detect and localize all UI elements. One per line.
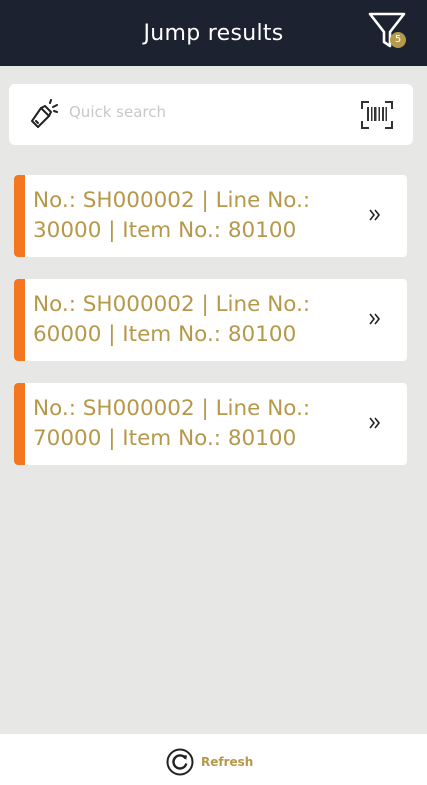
- page-title: Jump results: [143, 20, 284, 46]
- filter-count-badge: 5: [390, 32, 406, 48]
- result-text: No.: SH000002 | Line No.: 70000 | Item N…: [33, 396, 311, 451]
- result-item[interactable]: No.: SH000002 | Line No.: 60000 | Item N…: [14, 279, 407, 361]
- footer-bar: Refresh: [0, 734, 427, 785]
- app-header: Jump results 5: [0, 0, 427, 66]
- result-accent-bar: [14, 383, 25, 465]
- refresh-button[interactable]: Refresh: [166, 748, 253, 776]
- double-chevron-right-icon: [369, 209, 381, 221]
- double-chevron-right-icon: [369, 417, 381, 429]
- barcode-scan-icon[interactable]: [361, 101, 393, 129]
- result-accent-bar: [14, 279, 25, 361]
- filter-button[interactable]: 5: [366, 12, 410, 52]
- refresh-label: Refresh: [201, 755, 254, 769]
- search-bar: [9, 84, 413, 145]
- result-list: No.: SH000002 | Line No.: 30000 | Item N…: [14, 175, 407, 487]
- double-chevron-right-icon: [369, 313, 381, 325]
- refresh-icon: [166, 748, 194, 776]
- result-item[interactable]: No.: SH000002 | Line No.: 30000 | Item N…: [14, 175, 407, 257]
- result-item[interactable]: No.: SH000002 | Line No.: 70000 | Item N…: [14, 383, 407, 465]
- result-text: No.: SH000002 | Line No.: 30000 | Item N…: [33, 188, 311, 243]
- result-accent-bar: [14, 175, 25, 257]
- result-text: No.: SH000002 | Line No.: 60000 | Item N…: [33, 292, 311, 347]
- quick-search-input[interactable]: [69, 98, 349, 126]
- flashlight-icon: [31, 99, 58, 128]
